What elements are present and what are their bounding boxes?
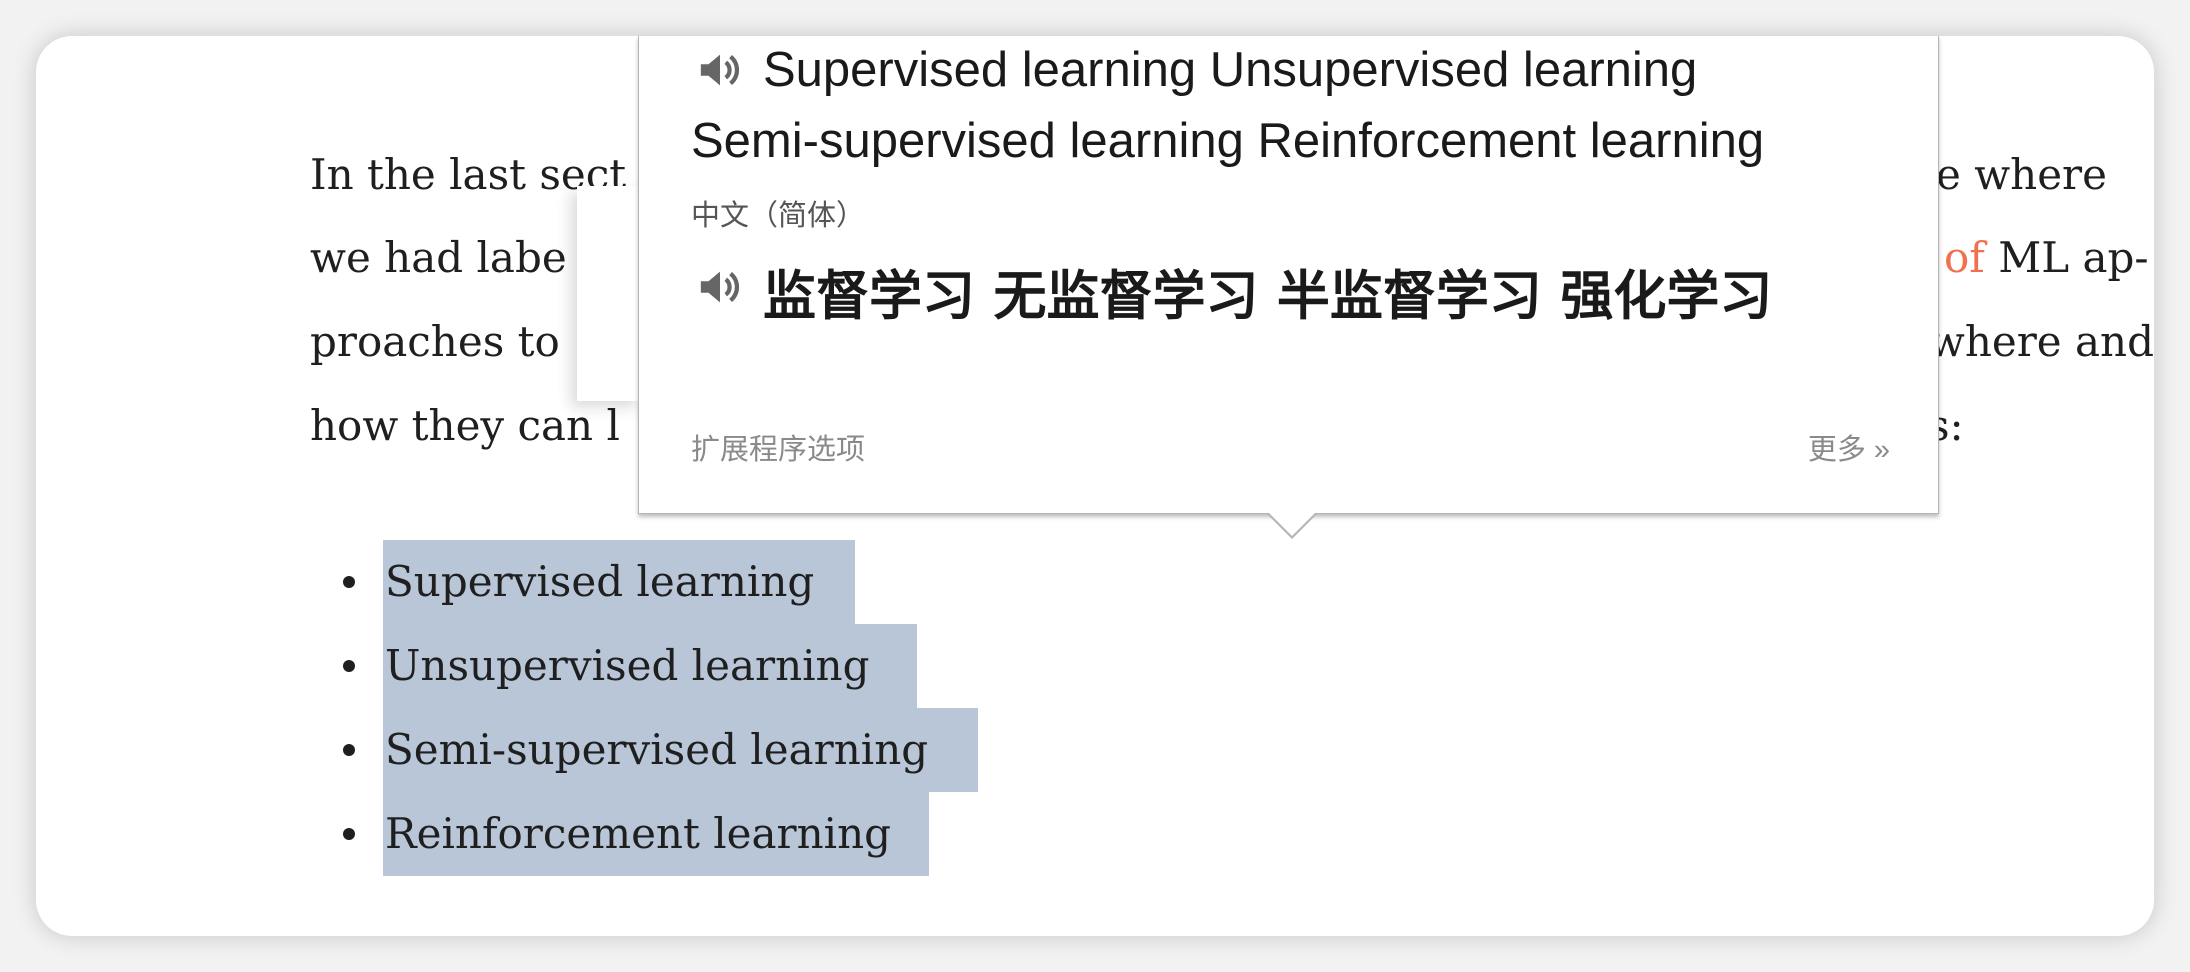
paragraph-fragment: where and (1928, 317, 2154, 366)
paragraph-fragment: e where (1936, 150, 2107, 199)
list-item: Supervised learning (383, 540, 855, 624)
extension-options-link[interactable]: 扩展程序选项 (691, 426, 865, 468)
paragraph-fragment: proaches to (310, 317, 560, 366)
speaker-icon[interactable] (697, 264, 743, 310)
bullet-icon (343, 576, 355, 588)
more-link[interactable]: 更多 » (1808, 426, 1890, 468)
source-text-line: Semi-supervised learning Reinforcement l… (691, 114, 1765, 168)
speaker-icon[interactable] (697, 47, 743, 93)
translation-popup: Supervised learning Unsupervised learnin… (638, 36, 1939, 514)
bullet-icon (343, 744, 355, 756)
source-text-line: Supervised learning Unsupervised learnin… (763, 43, 1698, 97)
list-item: Unsupervised learning (383, 624, 917, 708)
paragraph-link[interactable]: of (1944, 233, 1985, 282)
list-item: Semi-supervised learning (383, 708, 978, 792)
paragraph-text: ML ap- (1984, 233, 2149, 282)
list-item: Reinforcement learning (383, 792, 929, 876)
translation-text: 监督学习 无监督学习 半监督学习 强化学习 (763, 266, 1773, 327)
bullet-icon (343, 828, 355, 840)
bullet-icon (343, 660, 355, 672)
target-language-label: 中文（简体） (691, 200, 866, 232)
popup-pointer-fill (1268, 512, 1316, 536)
translate-bubble-shadow (577, 186, 643, 401)
paragraph-fragment: we had labe (310, 233, 567, 282)
paragraph-fragment: of ML ap- (1944, 216, 2149, 300)
paragraph-fragment: how they can l (310, 401, 620, 450)
